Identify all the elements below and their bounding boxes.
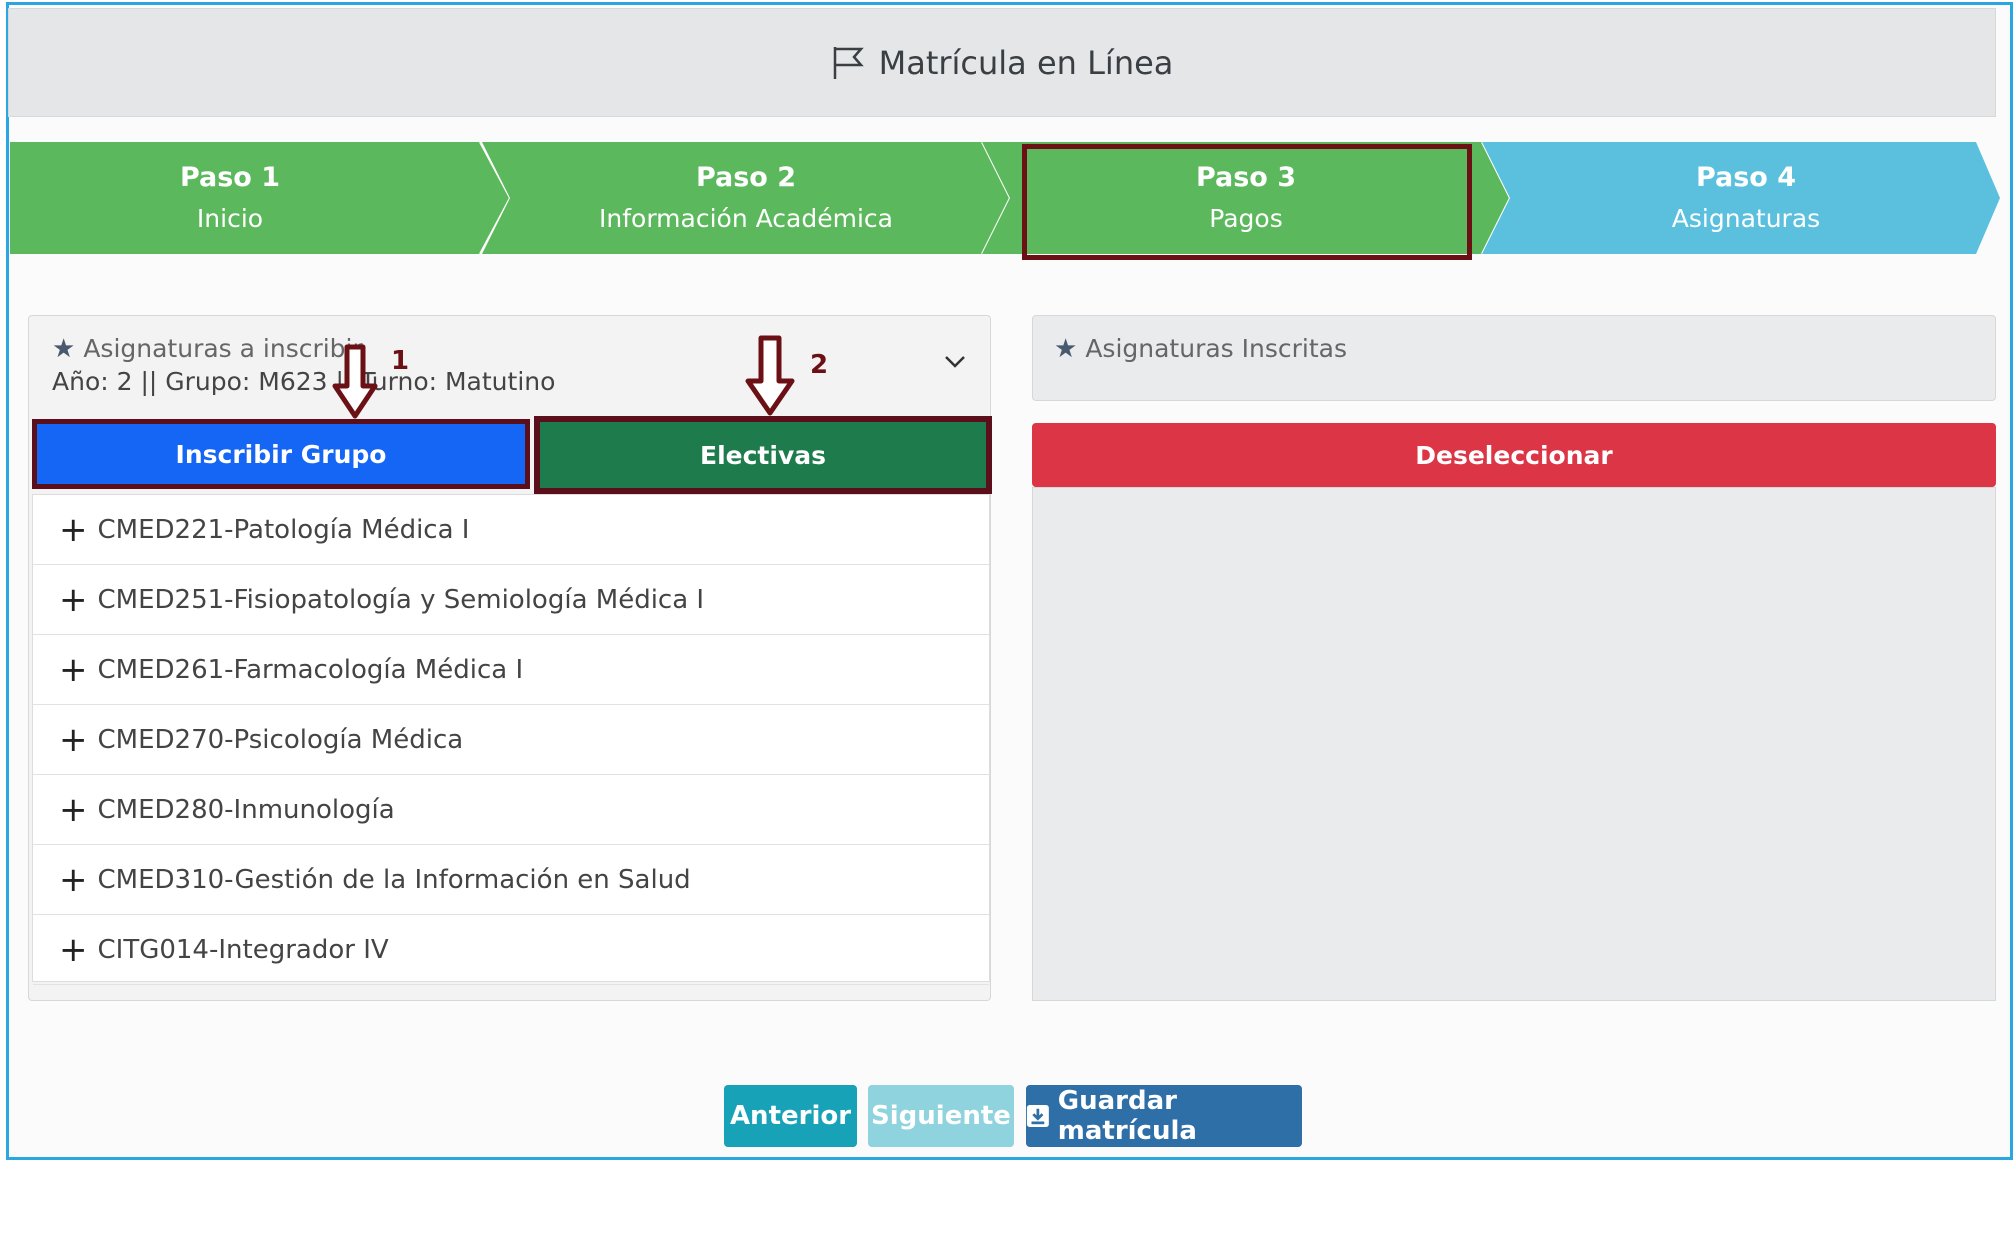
guardar-matricula-label: Guardar matrícula <box>1057 1086 1197 1146</box>
list-item[interactable]: + CMED221-Patología Médica I <box>33 495 989 565</box>
inscribir-grupo-button[interactable]: Inscribir Grupo <box>32 419 530 489</box>
list-item[interactable]: + CMED280-Inmunología <box>33 775 989 845</box>
page-title: Matrícula en Línea <box>878 43 1174 82</box>
subject-label: CMED251-Fisiopatología y Semiología Médi… <box>97 584 705 615</box>
guardar-matricula-button[interactable]: Guardar matrícula <box>1026 1085 1302 1147</box>
step-1[interactable]: Paso 1 Inicio <box>10 142 520 254</box>
annotation-number-2: 2 <box>810 350 829 380</box>
annotation-arrow-down-icon <box>745 335 795 416</box>
step-4-subtitle: Asignaturas <box>1671 204 1821 233</box>
step-2-title: Paso 2 <box>695 162 797 193</box>
subject-label: CMED310-Gestión de la Información en Sal… <box>97 864 691 895</box>
annotation-arrow-down-icon <box>332 344 378 419</box>
flag-icon <box>833 46 864 79</box>
step-3-highlight <box>1022 144 1472 260</box>
wizard-steps: Paso 1 Inicio Paso 2 Información Académi… <box>10 142 2000 254</box>
subjects-to-enroll-header: ★ Asignaturas a inscribir <box>52 334 363 364</box>
step-1-subtitle: Inicio <box>196 204 264 233</box>
list-item[interactable]: + CMED251-Fisiopatología y Semiología Méd… <box>33 565 989 635</box>
group-info: Año: 2 || Grupo: M623 || Turno: Matutino <box>52 367 556 396</box>
star-icon: ★ <box>1054 334 1078 364</box>
anterior-button[interactable]: Anterior <box>724 1085 857 1147</box>
enrolled-subjects-header: ★ Asignaturas Inscritas <box>1054 334 1347 364</box>
step-4-title: Paso 4 <box>1695 162 1797 193</box>
chevron-down-icon[interactable] <box>944 355 966 369</box>
subject-label: CMED221-Patología Médica I <box>97 514 470 545</box>
step-4[interactable]: Paso 4 Asignaturas <box>1482 142 2000 254</box>
subject-label: CMED261-Farmacología Médica I <box>97 654 524 685</box>
plus-icon: + <box>59 719 88 760</box>
list-item[interactable]: + CMED270-Psicología Médica <box>33 705 989 775</box>
star-icon: ★ <box>52 334 76 364</box>
list-item[interactable]: + CMED310-Gestión de la Información en Sa… <box>33 845 989 915</box>
plus-icon: + <box>59 859 88 900</box>
download-save-icon <box>1026 1105 1049 1127</box>
subjects-list: + CMED221-Patología Médica I + CMED251-Fis… <box>32 494 990 985</box>
subject-label: CMED270-Psicología Médica <box>97 724 464 755</box>
step-1-title: Paso 1 <box>179 162 281 193</box>
deseleccionar-button[interactable]: Deseleccionar <box>1032 423 1996 487</box>
plus-icon: + <box>59 579 88 620</box>
enrolled-subjects-list <box>1032 487 1996 1001</box>
siguiente-button[interactable]: Siguiente <box>868 1085 1014 1147</box>
plus-icon: + <box>59 789 88 830</box>
list-item[interactable]: + CMED261-Farmacología Médica I <box>33 635 989 705</box>
subject-label: CITG014-Integrador IV <box>97 934 389 965</box>
plus-icon: + <box>59 929 88 970</box>
subject-label: CMED280-Inmunología <box>97 794 395 825</box>
step-2[interactable]: Paso 2 Información Académica <box>482 142 1010 254</box>
plus-icon: + <box>59 509 88 550</box>
enrolled-subjects-title: Asignaturas Inscritas <box>1085 334 1347 363</box>
subjects-to-enroll-title: Asignaturas a inscribir <box>83 334 363 363</box>
electivas-button[interactable]: Electivas <box>534 416 992 494</box>
list-item[interactable]: + CITG014-Integrador IV <box>33 915 989 985</box>
annotation-number-1: 1 <box>391 346 410 376</box>
page-header: Matrícula en Línea <box>8 8 1996 117</box>
step-2-subtitle: Información Académica <box>599 204 893 233</box>
plus-icon: + <box>59 649 88 690</box>
